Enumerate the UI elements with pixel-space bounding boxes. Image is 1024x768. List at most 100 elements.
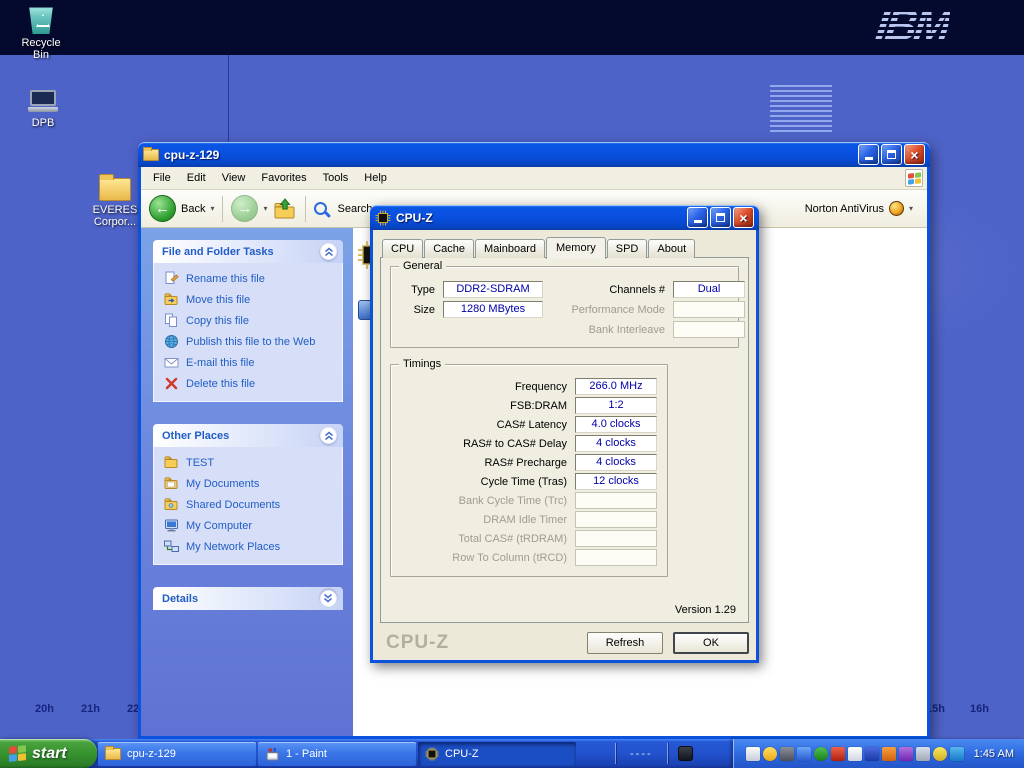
size-label: Size (399, 304, 435, 316)
norton-dropdown-icon[interactable]: ▾ (909, 204, 913, 213)
minimize-button[interactable] (858, 144, 879, 165)
tray-icon[interactable] (746, 747, 760, 761)
back-dropdown-icon[interactable]: ▾ (210, 204, 214, 213)
cpuz-titlebar[interactable]: CPU-Z × (370, 205, 759, 230)
place-my-network-places[interactable]: My Network Places (164, 539, 338, 554)
network-icon (164, 539, 179, 554)
windows-logo-icon (905, 169, 923, 187)
task-publish-to-web[interactable]: Publish this file to the Web (164, 334, 338, 349)
channels-field: Dual (673, 281, 745, 298)
menu-favorites[interactable]: Favorites (253, 169, 314, 187)
laptop-icon (28, 90, 58, 114)
tab-mainboard[interactable]: Mainboard (475, 239, 545, 258)
task-label: Rename this file (186, 273, 265, 285)
task-delete-this-file[interactable]: Delete this file (164, 376, 338, 391)
close-button[interactable]: × (904, 144, 925, 165)
tab-memory[interactable]: Memory (546, 237, 606, 259)
system-tray: 1:45 AM (733, 739, 1024, 768)
windows-flag-icon (9, 745, 26, 762)
tray-icon[interactable] (831, 747, 845, 761)
back-button[interactable]: ← (149, 195, 176, 222)
ok-button[interactable]: OK (673, 632, 749, 654)
tab-cpu[interactable]: CPU (382, 239, 423, 258)
up-button[interactable] (273, 198, 297, 220)
tray-icon[interactable] (882, 747, 896, 761)
tray-icon[interactable] (950, 747, 964, 761)
timing-label: CAS# Latency (401, 419, 567, 431)
wallpaper-line-decoration (228, 55, 229, 142)
desktop-icon-everes[interactable]: EVERES Corpor... (86, 178, 144, 228)
task-move-this-file[interactable]: Move this file (164, 292, 338, 307)
tray-icon[interactable] (933, 747, 947, 761)
task-email-this-file[interactable]: E-mail this file (164, 355, 338, 370)
taskbar-task-cpu-z-129[interactable]: cpu-z-129 (98, 742, 256, 766)
tab-about[interactable]: About (648, 239, 695, 258)
panel-title: File and Folder Tasks (162, 246, 274, 258)
menu-tools[interactable]: Tools (315, 169, 357, 187)
my-documents-icon (164, 476, 179, 491)
icon-label: Recycle Bin (12, 37, 70, 61)
place-my-documents[interactable]: My Documents (164, 476, 338, 491)
place-label: TEST (186, 457, 214, 469)
taskbar-task-cpuz[interactable]: CPU-Z (418, 742, 576, 766)
panel-title: Details (162, 593, 198, 605)
chevron-up-icon[interactable] (320, 427, 337, 444)
tray-icon[interactable] (848, 747, 862, 761)
refresh-button[interactable]: Refresh (587, 632, 663, 654)
general-groupbox: General Type DDR2-SDRAM Channels # Dual … (390, 266, 739, 348)
taskbar-icon[interactable] (678, 746, 693, 761)
maximize-button[interactable] (710, 207, 731, 228)
close-button[interactable]: × (733, 207, 754, 228)
chip-icon (375, 210, 391, 226)
maximize-button[interactable] (881, 144, 902, 165)
task-label: Move this file (186, 294, 250, 306)
norton-antivirus-control[interactable]: Norton AntiVirus ▾ (805, 201, 919, 216)
task-title: 1 - Paint (286, 748, 327, 760)
up-folder-icon (273, 198, 297, 220)
place-my-computer[interactable]: My Computer (164, 518, 338, 533)
tray-icon[interactable] (797, 747, 811, 761)
menu-file[interactable]: File (145, 169, 179, 187)
explorer-titlebar[interactable]: cpu-z-129 × (138, 142, 930, 167)
menu-edit[interactable]: Edit (179, 169, 214, 187)
taskbar-deskband[interactable]: ---- (620, 748, 663, 760)
task-rename-this-file[interactable]: Rename this file (164, 271, 338, 286)
taskbar-task-paint[interactable]: 1 - Paint (258, 742, 416, 766)
place-shared-documents[interactable]: Shared Documents (164, 497, 338, 512)
chevron-down-icon[interactable] (320, 590, 337, 607)
tray-icon[interactable] (899, 747, 913, 761)
tab-cache[interactable]: Cache (424, 239, 474, 258)
tray-icon[interactable] (814, 747, 828, 761)
timing-label: Cycle Time (Tras) (401, 476, 567, 488)
tray-icon[interactable] (763, 747, 777, 761)
menu-view[interactable]: View (214, 169, 254, 187)
task-copy-this-file[interactable]: Copy this file (164, 313, 338, 328)
cpuz-tab-strip: CPU Cache Mainboard Memory SPD About (380, 236, 749, 258)
tab-spd[interactable]: SPD (607, 239, 648, 258)
toolbar-separator (305, 196, 306, 222)
desktop-icon-dpb[interactable]: DPB (14, 90, 72, 129)
place-test[interactable]: TEST (164, 455, 338, 470)
search-label[interactable]: Search (338, 203, 373, 215)
forward-dropdown-icon[interactable]: ▾ (263, 204, 267, 213)
timing-field: 4.0 clocks (575, 416, 657, 433)
forward-button[interactable]: → (231, 195, 258, 222)
chevron-up-icon[interactable] (320, 243, 337, 260)
menu-help[interactable]: Help (356, 169, 395, 187)
tray-icon[interactable] (780, 747, 794, 761)
panel-header[interactable]: Details (153, 587, 343, 610)
panel-header[interactable]: Other Places (153, 424, 343, 447)
tray-icon[interactable] (916, 747, 930, 761)
tray-icon[interactable] (865, 747, 879, 761)
back-label[interactable]: Back (181, 203, 205, 215)
start-button[interactable]: start (0, 739, 97, 768)
start-label: start (32, 745, 67, 763)
minimize-button[interactable] (687, 207, 708, 228)
taskbar-clock[interactable]: 1:45 AM (974, 748, 1014, 760)
timing-field (575, 549, 657, 566)
panel-header[interactable]: File and Folder Tasks (153, 240, 343, 263)
toolbar-separator (222, 196, 223, 222)
task-title: cpu-z-129 (127, 748, 176, 760)
explorer-title: cpu-z-129 (164, 148, 219, 162)
desktop-icon-recycle-bin[interactable]: Recycle Bin (12, 4, 70, 61)
